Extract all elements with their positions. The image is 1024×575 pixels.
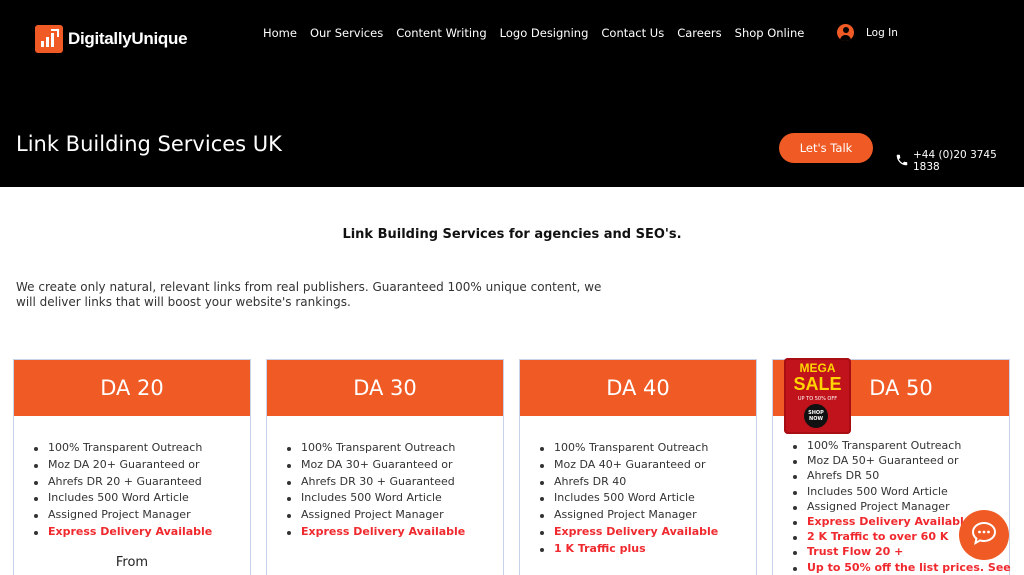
nav-item-shop-online[interactable]: Shop Online bbox=[735, 25, 805, 41]
nav-item-logo-designing[interactable]: Logo Designing bbox=[500, 25, 589, 41]
pricing-card-da30: DA 30 100% Transparent Outreach Moz DA 3… bbox=[266, 359, 504, 575]
feature-item: Ahrefs DR 50 bbox=[793, 468, 1009, 483]
nav-item-careers[interactable]: Careers bbox=[677, 25, 721, 41]
site-header: DigitallyUnique Home Our Services Conten… bbox=[0, 0, 1024, 187]
feature-item: Assigned Project Manager bbox=[287, 507, 503, 524]
highlight-item: Up to 50% off the list prices. See bbox=[793, 560, 1011, 575]
highlight-item: Express Delivery Available bbox=[34, 524, 250, 541]
page-title: Link Building Services UK bbox=[16, 132, 282, 156]
phone-contact[interactable]: +44 (0)20 3745 1838 bbox=[895, 149, 1024, 173]
feature-item: Assigned Project Manager bbox=[540, 507, 756, 524]
sale-badge-line2: SALE bbox=[793, 374, 842, 394]
card-title: DA 40 bbox=[520, 360, 756, 416]
feature-item: 100% Transparent Outreach bbox=[34, 440, 250, 457]
logo[interactable]: DigitallyUnique bbox=[35, 25, 188, 53]
sale-badge-line1: MEGA bbox=[799, 361, 836, 375]
feature-item: 100% Transparent Outreach bbox=[793, 438, 1009, 453]
feature-item: Ahrefs DR 30 + Guaranteed bbox=[287, 474, 503, 491]
feature-item: Includes 500 Word Article bbox=[287, 490, 503, 507]
user-circle-icon bbox=[837, 24, 854, 41]
section-subtitle: Link Building Services for agencies and … bbox=[342, 227, 682, 242]
nav-item-home[interactable]: Home bbox=[263, 25, 297, 41]
intro-text: We create only natural, relevant links f… bbox=[16, 280, 602, 309]
feature-item: Moz DA 40+ Guaranteed or bbox=[540, 457, 756, 474]
main-nav: Home Our Services Content Writing Logo D… bbox=[263, 25, 817, 41]
card-title: DA 30 bbox=[267, 360, 503, 416]
lets-talk-button[interactable]: Let's Talk bbox=[779, 133, 873, 163]
sale-badge-discount: UP TO 50% OFF bbox=[797, 396, 838, 402]
feature-item: Includes 500 Word Article bbox=[793, 484, 1009, 499]
feature-item: 100% Transparent Outreach bbox=[287, 440, 503, 457]
feature-list: 100% Transparent Outreach Moz DA 20+ Gua… bbox=[14, 416, 250, 541]
pricing-card-da20: DA 20 100% Transparent Outreach Moz DA 2… bbox=[13, 359, 251, 575]
feature-item: Moz DA 20+ Guaranteed or bbox=[34, 457, 250, 474]
pricing-card-da40: DA 40 100% Transparent Outreach Moz DA 4… bbox=[519, 359, 757, 575]
feature-item: 100% Transparent Outreach bbox=[540, 440, 756, 457]
mega-sale-badge[interactable]: MEGA SALE UP TO 50% OFF SHOP NOW bbox=[784, 358, 851, 434]
feature-item: Ahrefs DR 20 + Guaranteed bbox=[34, 474, 250, 491]
feature-item: Ahrefs DR 40 bbox=[540, 474, 756, 491]
phone-icon bbox=[895, 152, 909, 171]
logo-icon bbox=[35, 25, 63, 53]
feature-item: Includes 500 Word Article bbox=[34, 490, 250, 507]
price-from-label: From bbox=[115, 554, 149, 570]
logo-text: DigitallyUnique bbox=[68, 29, 188, 48]
chat-widget-button[interactable] bbox=[959, 510, 1009, 560]
feature-item: Assigned Project Manager bbox=[34, 507, 250, 524]
feature-item: Includes 500 Word Article bbox=[540, 490, 756, 507]
feature-list: 100% Transparent Outreach Moz DA 30+ Gua… bbox=[267, 416, 503, 541]
login-label: Log In bbox=[866, 26, 898, 39]
feature-item: Moz DA 50+ Guaranteed or bbox=[793, 453, 1009, 468]
shop-now-button[interactable]: SHOP NOW bbox=[804, 404, 828, 428]
nav-item-our-services[interactable]: Our Services bbox=[310, 25, 383, 41]
nav-item-content-writing[interactable]: Content Writing bbox=[396, 25, 486, 41]
highlight-item: 1 K Traffic plus bbox=[540, 541, 756, 558]
login-button[interactable]: Log In bbox=[837, 24, 898, 41]
phone-number: +44 (0)20 3745 1838 bbox=[913, 149, 997, 173]
highlight-item: Express Delivery Available bbox=[287, 524, 503, 541]
feature-item: Moz DA 30+ Guaranteed or bbox=[287, 457, 503, 474]
highlight-item: Express Delivery Available bbox=[540, 524, 756, 541]
feature-list: 100% Transparent Outreach Moz DA 40+ Gua… bbox=[520, 416, 756, 558]
nav-item-contact-us[interactable]: Contact Us bbox=[601, 25, 664, 41]
card-title: DA 20 bbox=[14, 360, 250, 416]
chat-bubble-icon bbox=[971, 521, 997, 549]
